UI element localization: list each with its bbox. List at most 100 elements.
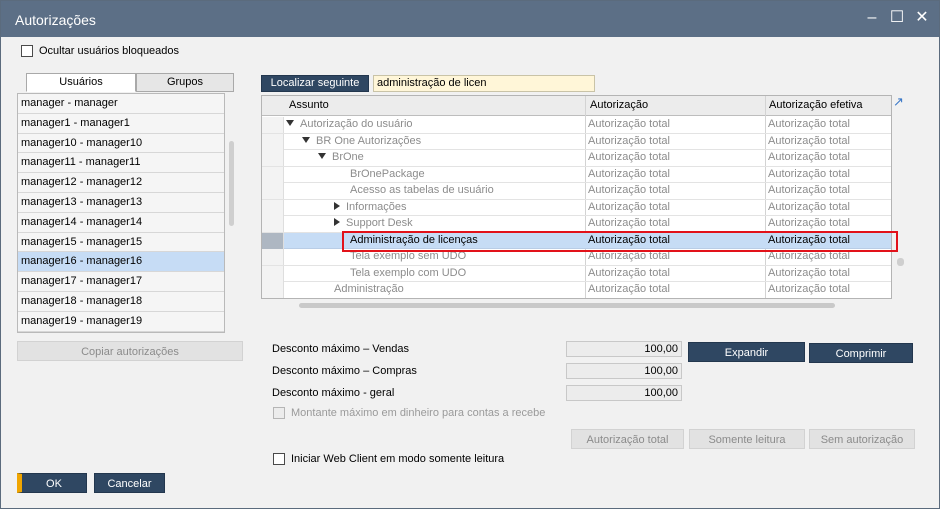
checkbox-box[interactable] bbox=[273, 407, 285, 419]
checkbox-box[interactable] bbox=[273, 453, 285, 465]
authorization-tree-grid: Assunto Autorização Autorização efetiva … bbox=[261, 95, 892, 299]
row-header[interactable] bbox=[262, 232, 284, 249]
cash-max-label: Montante máximo em dinheiro para contas … bbox=[291, 407, 546, 419]
grid-row[interactable]: BR One Autorizações Autorização total Auto… bbox=[262, 133, 891, 150]
read-only-button[interactable]: Somente leitura bbox=[689, 429, 805, 449]
row-header[interactable] bbox=[262, 199, 284, 216]
user-list-item[interactable]: manager17 - manager17 bbox=[18, 272, 224, 292]
user-list: manager - manager manager1 - manager1 mana… bbox=[17, 93, 225, 333]
expand-toggle-icon[interactable] bbox=[334, 218, 340, 226]
row-header[interactable] bbox=[262, 265, 284, 282]
user-list-item[interactable]: manager12 - manager12 bbox=[18, 173, 224, 193]
collapse-toggle-icon[interactable] bbox=[286, 120, 294, 126]
tab-groups[interactable]: Grupos bbox=[136, 73, 234, 92]
row-auth-cell[interactable]: Autorização total bbox=[588, 267, 670, 279]
expand-button[interactable]: Expandir bbox=[688, 342, 805, 362]
row-effective-cell: Autorização total bbox=[768, 217, 850, 229]
row-auth-cell[interactable]: Autorização total bbox=[588, 201, 670, 213]
grid-row[interactable]: Administração Autorização total Autorizaçã… bbox=[262, 282, 891, 298]
tab-users[interactable]: Usuários bbox=[26, 73, 136, 92]
collapse-toggle-icon[interactable] bbox=[318, 153, 326, 159]
grid-row[interactable]: Tela exemplo com UDO Autorização total Aut… bbox=[262, 265, 891, 282]
discount-general-field[interactable]: 100,00 bbox=[566, 385, 682, 401]
user-list-item[interactable]: manager18 - manager18 bbox=[18, 291, 224, 312]
col-auth-header[interactable]: Autorização bbox=[590, 99, 648, 111]
row-subject-cell[interactable]: Autorização do usuário bbox=[286, 118, 413, 130]
grid-row[interactable]: BrOnePackage Autorização total Autorização… bbox=[262, 166, 891, 183]
ok-button[interactable]: OK bbox=[17, 473, 87, 493]
row-subject-cell[interactable]: Administração bbox=[334, 283, 404, 295]
row-auth-cell[interactable]: Autorização total bbox=[588, 217, 670, 229]
col-effective-header[interactable]: Autorização efetiva bbox=[769, 99, 863, 111]
row-header[interactable] bbox=[262, 133, 284, 150]
grid-row[interactable]: Informações Autorização total Autorização … bbox=[262, 199, 891, 216]
row-subject-cell[interactable]: BrOne bbox=[318, 151, 364, 163]
row-header[interactable] bbox=[262, 249, 284, 265]
maximize-icon[interactable]: ☐ bbox=[886, 7, 908, 29]
row-subject-cell[interactable]: BR One Autorizações bbox=[302, 135, 421, 147]
close-icon[interactable]: ✕ bbox=[911, 7, 933, 29]
user-list-item[interactable]: manager10 - manager10 bbox=[18, 133, 224, 154]
row-auth-cell[interactable]: Autorização total bbox=[588, 168, 670, 180]
row-header[interactable] bbox=[262, 150, 284, 166]
full-authorization-button[interactable]: Autorização total bbox=[571, 429, 684, 449]
discount-purchases-field[interactable]: 100,00 bbox=[566, 363, 682, 379]
row-header[interactable] bbox=[262, 117, 284, 133]
row-auth-cell[interactable]: Autorização total bbox=[588, 135, 670, 147]
user-list-item[interactable]: manager13 - manager13 bbox=[18, 192, 224, 213]
expand-toggle-icon[interactable] bbox=[334, 201, 340, 210]
row-subject-cell[interactable]: Informações bbox=[334, 201, 407, 213]
row-subject-cell[interactable]: Support Desk bbox=[334, 217, 413, 229]
row-header[interactable] bbox=[262, 282, 284, 298]
row-header[interactable] bbox=[262, 183, 284, 199]
cancel-button[interactable]: Cancelar bbox=[94, 473, 165, 493]
user-list-item[interactable]: manager - manager bbox=[18, 94, 224, 114]
collapse-toggle-icon[interactable] bbox=[302, 136, 310, 143]
row-effective-cell: Autorização total bbox=[768, 118, 850, 130]
user-list-item[interactable]: manager19 - manager19 bbox=[18, 311, 224, 332]
row-effective-cell: Autorização total bbox=[768, 134, 850, 147]
discount-purchases-label: Desconto máximo – Compras bbox=[272, 365, 417, 377]
hide-blocked-users-checkbox[interactable]: Ocultar usuários bloqueados bbox=[21, 45, 179, 57]
expand-grid-icon[interactable]: ↗ bbox=[893, 95, 905, 108]
row-auth-cell[interactable]: Autorização total bbox=[588, 184, 670, 196]
row-effective-cell: Autorização total bbox=[768, 151, 850, 163]
row-header[interactable] bbox=[262, 166, 284, 183]
row-subject-text: Support Desk bbox=[346, 217, 413, 229]
grid-row[interactable]: Autorização do usuário Autorização total A… bbox=[262, 117, 891, 134]
cash-max-checkbox[interactable]: Montante máximo em dinheiro para contas … bbox=[273, 407, 545, 419]
user-list-item[interactable]: manager14 - manager14 bbox=[18, 212, 224, 233]
row-subject-cell[interactable]: Tela exemplo com UDO bbox=[350, 267, 466, 279]
grid-horizontal-scrollbar[interactable] bbox=[299, 303, 835, 308]
col-subject-header[interactable]: Assunto bbox=[289, 99, 329, 111]
row-effective-cell: Autorização total bbox=[768, 200, 850, 213]
row-header[interactable] bbox=[262, 216, 284, 232]
user-list-item[interactable]: manager15 - manager15 bbox=[18, 232, 224, 253]
grid-header: Assunto Autorização Autorização efetiva bbox=[262, 96, 891, 116]
user-list-item[interactable]: manager1 - manager1 bbox=[18, 113, 224, 134]
user-list-scrollbar[interactable] bbox=[229, 141, 234, 226]
discount-sales-field[interactable]: 100,00 bbox=[566, 341, 682, 357]
row-effective-cell: Autorização total bbox=[768, 167, 850, 180]
no-authorization-button[interactable]: Sem autorização bbox=[809, 429, 915, 449]
minimize-icon[interactable]: – bbox=[861, 7, 883, 29]
row-subject-cell[interactable]: BrOnePackage bbox=[350, 168, 425, 180]
search-input[interactable]: administração de licen bbox=[373, 75, 595, 92]
row-subject-text: Informações bbox=[346, 200, 407, 213]
copy-authorizations-button[interactable]: Copiar autorizações bbox=[17, 341, 243, 361]
user-list-item[interactable]: manager11 - manager11 bbox=[18, 153, 224, 174]
row-subject-cell[interactable]: Acesso as tabelas de usuário bbox=[350, 184, 494, 196]
web-client-readonly-label: Iniciar Web Client em modo somente leitu… bbox=[291, 453, 505, 465]
row-auth-cell[interactable]: Autorização total bbox=[588, 283, 670, 295]
row-auth-cell[interactable]: Autorização total bbox=[588, 151, 670, 163]
row-subject-text: Administração bbox=[334, 283, 404, 295]
grid-vertical-scrollbar[interactable] bbox=[897, 258, 904, 266]
find-next-button[interactable]: Localizar seguinte bbox=[261, 75, 369, 92]
user-list-item[interactable]: manager16 - manager16 bbox=[18, 252, 224, 273]
checkbox-box[interactable] bbox=[21, 45, 33, 57]
collapse-button[interactable]: Comprimir bbox=[809, 343, 913, 363]
grid-row[interactable]: BrOne Autorização total Autorização total bbox=[262, 150, 891, 167]
row-auth-cell[interactable]: Autorização total bbox=[588, 118, 670, 130]
web-client-readonly-checkbox[interactable]: Iniciar Web Client em modo somente leitu… bbox=[273, 453, 504, 465]
grid-row[interactable]: Acesso as tabelas de usuário Autorização … bbox=[262, 183, 891, 200]
